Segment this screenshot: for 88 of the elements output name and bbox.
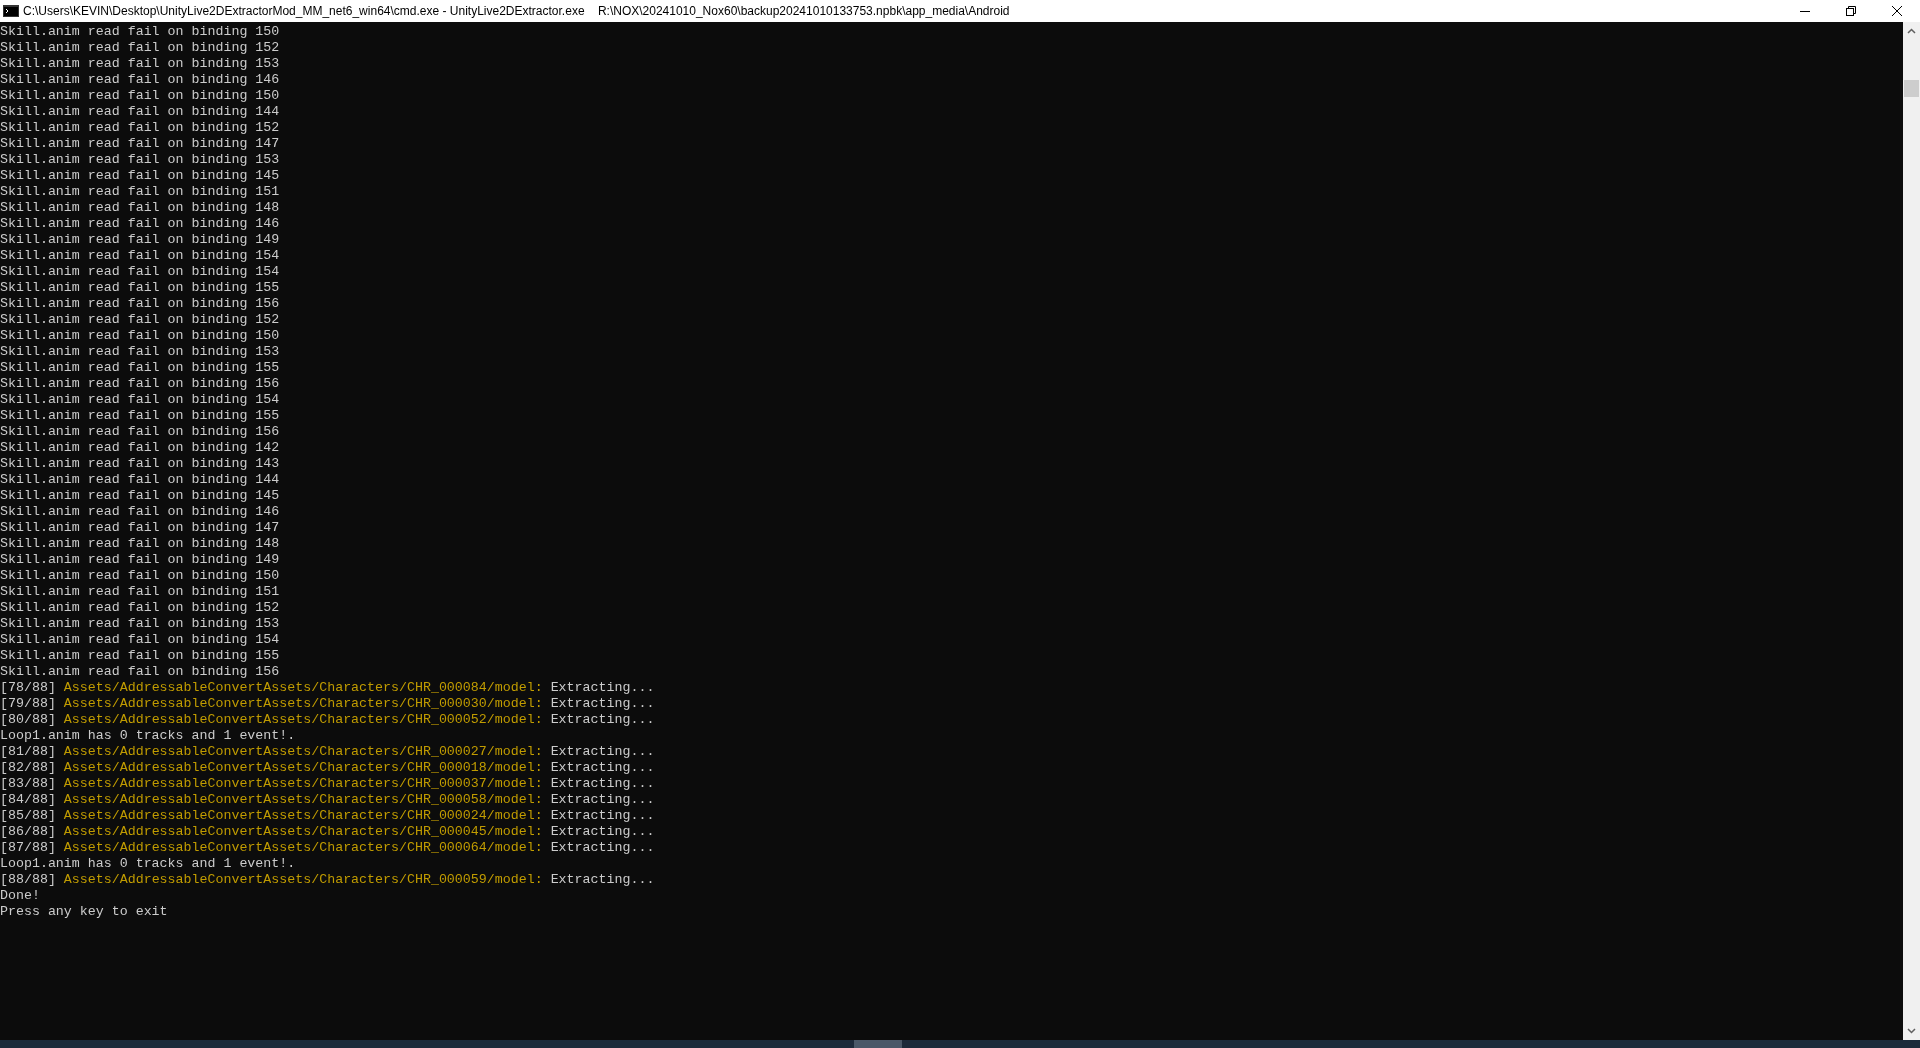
console-line: Skill.anim read fail on binding 156: [0, 376, 280, 392]
asset-path: Assets/AddressableConvertAssets/Characters/CHR_000064/model:: [63, 840, 543, 856]
console-line: Skill.anim read fail on binding 155: [0, 360, 280, 376]
console-line: Skill.anim read fail on binding 154: [0, 632, 280, 648]
console-line: Skill.anim read fail on binding 150: [0, 568, 280, 584]
progress-counter: [81/88]: [0, 744, 56, 760]
status-text: Extracting...: [550, 792, 655, 808]
status-text: Extracting...: [550, 840, 655, 856]
progress-counter: [78/88]: [0, 680, 56, 696]
console-line: Skill.anim read fail on binding 143: [0, 456, 280, 472]
status-text: Extracting...: [550, 712, 655, 728]
console-line: Skill.anim read fail on binding 142: [0, 440, 280, 456]
status-text: Extracting...: [550, 808, 655, 824]
console-line: Skill.anim read fail on binding 155: [0, 280, 280, 296]
taskbar-item[interactable]: [854, 1040, 902, 1048]
console-line: Done!: [0, 888, 40, 904]
console-line: Skill.anim read fail on binding 151: [0, 184, 280, 200]
window-title: C:\Users\KEVIN\Desktop\UnityLive2DExtractorMod_MM_net6_win64\cmd.exe - UnityLive2DExtractor.exe R:\NOX\20241010_Nox60\backup20241010133753.npbk\app_media\Android: [23, 3, 1010, 20]
status-text: Extracting...: [550, 680, 655, 696]
console-line: Skill.anim read fail on binding 151: [0, 584, 280, 600]
console-line: Skill.anim read fail on binding 150: [0, 328, 280, 344]
asset-path: Assets/AddressableConvertAssets/Characters/CHR_000058/model:: [63, 792, 543, 808]
console-line: Skill.anim read fail on binding 146: [0, 72, 280, 88]
status-text: Extracting...: [550, 744, 655, 760]
asset-path: Assets/AddressableConvertAssets/Characters/CHR_000037/model:: [63, 776, 543, 792]
console-line: Skill.anim read fail on binding 146: [0, 504, 280, 520]
scrollbar-thumb[interactable]: [1904, 80, 1919, 97]
progress-counter: [85/88]: [0, 808, 56, 824]
console-line: Skill.anim read fail on binding 144: [0, 104, 280, 120]
console-line: Skill.anim read fail on binding 153: [0, 152, 280, 168]
progress-counter: [86/88]: [0, 824, 56, 840]
scroll-down-icon[interactable]: [1907, 1028, 1916, 1034]
progress-counter: [80/88]: [0, 712, 56, 728]
console-line: Press any key to exit: [0, 904, 168, 920]
close-icon: [1892, 6, 1902, 16]
console-line: Loop1.anim has 0 tracks and 1 event!.: [0, 728, 296, 744]
console-line: Skill.anim read fail on binding 148: [0, 536, 280, 552]
minimize-icon: [1800, 10, 1810, 12]
console-line: Skill.anim read fail on binding 154: [0, 248, 280, 264]
console-icon: [3, 5, 19, 17]
console-line: Skill.anim read fail on binding 156: [0, 296, 280, 312]
asset-path: Assets/AddressableConvertAssets/Characters/CHR_000052/model:: [63, 712, 543, 728]
console-line: Skill.anim read fail on binding 156: [0, 664, 280, 680]
status-text: Extracting...: [550, 872, 655, 888]
asset-path: Assets/AddressableConvertAssets/Characters/CHR_000027/model:: [63, 744, 543, 760]
asset-path: Assets/AddressableConvertAssets/Characters/CHR_000084/model:: [63, 680, 543, 696]
status-text: Extracting...: [550, 824, 655, 840]
status-text: Extracting...: [550, 696, 655, 712]
asset-path: Assets/AddressableConvertAssets/Characters/CHR_000018/model:: [63, 760, 543, 776]
asset-path: Assets/AddressableConvertAssets/Characters/CHR_000030/model:: [63, 696, 543, 712]
progress-counter: [82/88]: [0, 760, 56, 776]
status-text: Extracting...: [550, 776, 655, 792]
console-line: Skill.anim read fail on binding 147: [0, 520, 280, 536]
console-line: Skill.anim read fail on binding 150: [0, 88, 280, 104]
console-line: Skill.anim read fail on binding 154: [0, 392, 280, 408]
console-line: Skill.anim read fail on binding 152: [0, 120, 280, 136]
status-text: Extracting...: [550, 760, 655, 776]
console-line: Skill.anim read fail on binding 153: [0, 616, 280, 632]
console-line: Skill.anim read fail on binding 144: [0, 472, 280, 488]
console-line: Skill.anim read fail on binding 153: [0, 344, 280, 360]
restore-icon: [1846, 6, 1856, 16]
console-line: Skill.anim read fail on binding 155: [0, 648, 280, 664]
console-line: Skill.anim read fail on binding 152: [0, 312, 280, 328]
progress-counter: [79/88]: [0, 696, 56, 712]
progress-counter: [83/88]: [0, 776, 56, 792]
console-line: Skill.anim read fail on binding 154: [0, 264, 280, 280]
progress-counter: [87/88]: [0, 840, 56, 856]
console-line: Skill.anim read fail on binding 156: [0, 424, 280, 440]
console-line: Skill.anim read fail on binding 155: [0, 408, 280, 424]
console-line: Loop1.anim has 0 tracks and 1 event!.: [0, 856, 296, 872]
console-line: Skill.anim read fail on binding 145: [0, 168, 280, 184]
console-line: Skill.anim read fail on binding 147: [0, 136, 280, 152]
console-line: Skill.anim read fail on binding 150: [0, 24, 280, 40]
console-line: Skill.anim read fail on binding 149: [0, 552, 280, 568]
asset-path: Assets/AddressableConvertAssets/Characters/CHR_000045/model:: [63, 824, 543, 840]
progress-counter: [84/88]: [0, 792, 56, 808]
scrollbar[interactable]: [1903, 22, 1920, 1040]
console-line: Skill.anim read fail on binding 146: [0, 216, 280, 232]
progress-counter: [88/88]: [0, 872, 56, 888]
asset-path: Assets/AddressableConvertAssets/Characters/CHR_000059/model:: [63, 872, 543, 888]
console-line: Skill.anim read fail on binding 148: [0, 200, 280, 216]
console-line: Skill.anim read fail on binding 152: [0, 40, 280, 56]
asset-path: Assets/AddressableConvertAssets/Characters/CHR_000024/model:: [63, 808, 543, 824]
console-line: Skill.anim read fail on binding 145: [0, 488, 280, 504]
console-line: Skill.anim read fail on binding 152: [0, 600, 280, 616]
console-line: Skill.anim read fail on binding 153: [0, 56, 280, 72]
console-line: Skill.anim read fail on binding 149: [0, 232, 280, 248]
scroll-up-icon[interactable]: [1907, 28, 1916, 34]
